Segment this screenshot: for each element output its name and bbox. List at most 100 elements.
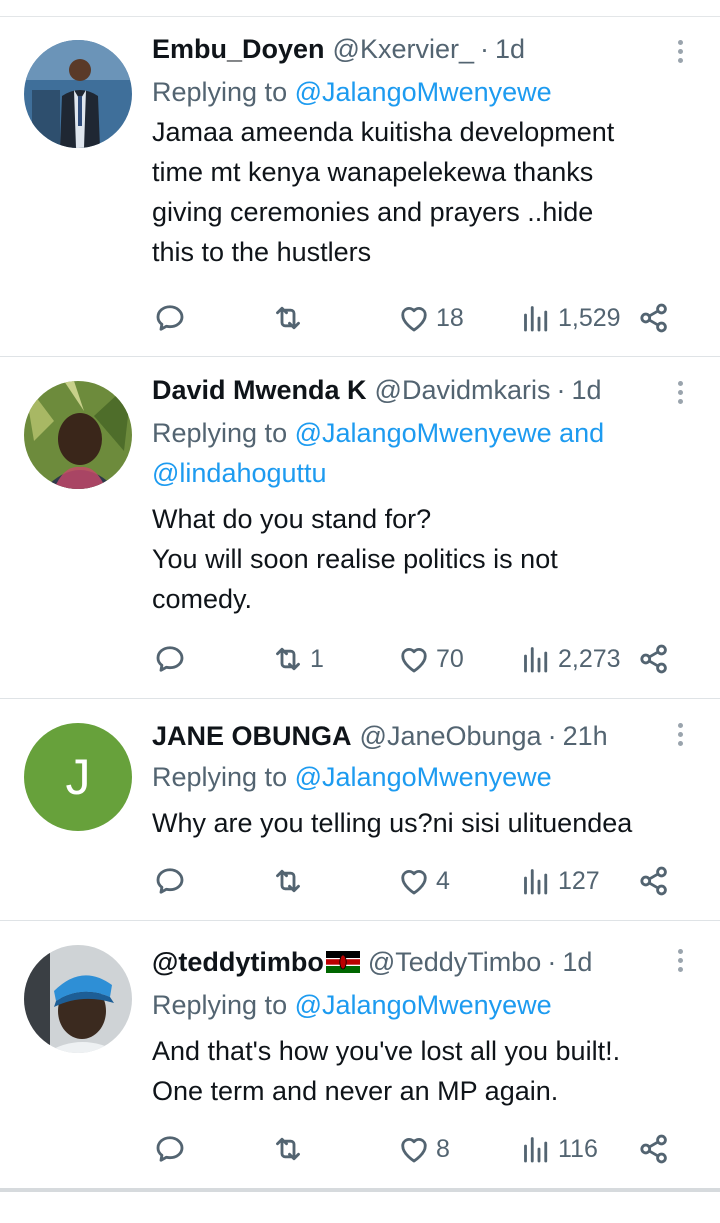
views-icon: [524, 306, 548, 332]
like-button[interactable]: 18: [396, 298, 464, 338]
share-button[interactable]: [636, 298, 672, 338]
avatar-photo: [24, 945, 132, 1053]
retweet-icon: [276, 1137, 300, 1161]
display-name[interactable]: Embu_Doyen: [152, 32, 325, 66]
replying-prefix: Replying to: [152, 990, 288, 1020]
display-name[interactable]: @teddytimbo: [152, 945, 324, 979]
heart-icon: [401, 306, 427, 332]
share-icon: [640, 866, 667, 896]
timestamp[interactable]: 1d: [571, 373, 601, 407]
tweet[interactable]: David Mwenda K @Davidmkaris · 1d Replyin…: [0, 357, 720, 699]
like-count: 8: [436, 1134, 450, 1163]
views-icon: [524, 1137, 548, 1163]
separator-dot: ·: [547, 721, 557, 751]
replying-prefix: Replying to: [152, 762, 288, 792]
views-button[interactable]: 127: [518, 861, 600, 901]
avatar[interactable]: [24, 381, 132, 489]
reply-icon: [156, 868, 184, 894]
retweet-button[interactable]: [270, 861, 310, 901]
replying-prefix: Replying to: [152, 77, 288, 107]
tweet-header: David Mwenda K @Davidmkaris · 1d: [152, 373, 700, 407]
share-button[interactable]: [636, 861, 672, 901]
share-icon: [640, 1134, 667, 1164]
reply-mention[interactable]: @JalangoMwenyewe: [295, 77, 552, 107]
tweet[interactable]: @teddytimbo @TeddyTimbo · 1d Replying to…: [0, 921, 720, 1188]
share-icon: [640, 644, 667, 674]
user-handle[interactable]: @JaneObunga: [360, 719, 542, 753]
reply-button[interactable]: [152, 1129, 188, 1169]
avatar-photo: [24, 40, 132, 148]
user-handle[interactable]: @Kxervier_: [333, 32, 474, 66]
view-count: 127: [558, 866, 600, 895]
user-handle[interactable]: @Davidmkaris: [375, 373, 551, 407]
replying-prefix: Replying to: [152, 418, 288, 448]
avatar[interactable]: J: [24, 723, 132, 831]
separator-dot: ·: [480, 34, 489, 64]
view-count: 116: [558, 1134, 598, 1163]
views-button[interactable]: 116: [518, 1129, 598, 1169]
replying-to: Replying to @JalangoMwenyewe and @lindah…: [152, 413, 700, 493]
replying-to: Replying to @JalangoMwenyewe: [152, 985, 700, 1025]
display-name[interactable]: JANE OBUNGA: [152, 719, 352, 753]
action-bar: 8 116: [152, 1129, 682, 1169]
reply-mention[interactable]: @JalangoMwenyewe: [295, 990, 552, 1020]
retweet-count: 1: [310, 644, 324, 673]
reply-mention[interactable]: @JalangoMwenyewe: [295, 762, 552, 792]
display-name[interactable]: David Mwenda K: [152, 373, 367, 407]
action-bar: 18 1,529: [152, 298, 682, 338]
views-button[interactable]: 1,529: [518, 298, 621, 338]
tweet-header: JANE OBUNGA @JaneObunga · 21h: [152, 719, 700, 753]
heart-icon: [401, 869, 427, 895]
share-button[interactable]: [636, 1129, 672, 1169]
views-icon: [524, 869, 548, 895]
tweet[interactable]: J JANE OBUNGA @JaneObunga · 21h Replying…: [0, 699, 720, 921]
tweet-header: Embu_Doyen @Kxervier_ · 1d: [152, 32, 700, 66]
timestamp[interactable]: 1d: [495, 32, 525, 66]
like-count: 18: [436, 303, 464, 332]
replying-to: Replying to @JalangoMwenyewe: [152, 72, 700, 112]
tweet-header: @teddytimbo @TeddyTimbo · 1d: [152, 945, 700, 979]
like-button[interactable]: 8: [396, 1129, 450, 1169]
reply-icon: [156, 646, 184, 672]
kenya-flag-icon: [325, 951, 360, 973]
views-icon: [524, 647, 548, 673]
reply-button[interactable]: [152, 298, 188, 338]
retweet-icon: [276, 306, 300, 330]
view-count: 1,529: [558, 303, 621, 332]
replying-to: Replying to @JalangoMwenyewe: [152, 757, 700, 797]
like-button[interactable]: 4: [396, 861, 450, 901]
retweet-button[interactable]: [270, 298, 310, 338]
avatar[interactable]: [24, 945, 132, 1053]
timestamp[interactable]: 1d: [562, 945, 592, 979]
timestamp[interactable]: 21h: [563, 719, 608, 753]
heart-icon: [401, 1137, 427, 1163]
tweet-text: Jamaa ameenda kuitisha development time …: [152, 117, 615, 267]
retweet-button[interactable]: 1: [270, 639, 324, 679]
tweet-text: Why are you telling us?ni sisi ulituende…: [152, 808, 633, 838]
views-button[interactable]: 2,273: [518, 639, 621, 679]
like-button[interactable]: 70: [396, 639, 464, 679]
like-count: 70: [436, 644, 464, 673]
tweet-text: What do you stand for? You will soon rea…: [152, 504, 558, 614]
avatar-letter: J: [24, 723, 132, 831]
user-handle[interactable]: @TeddyTimbo: [368, 945, 541, 979]
retweet-button[interactable]: [270, 1129, 310, 1169]
reply-icon: [156, 1136, 184, 1162]
bottom-divider: [0, 1188, 720, 1192]
action-bar: 1 70 2,273: [152, 639, 682, 679]
heart-icon: [401, 647, 427, 673]
reply-button[interactable]: [152, 639, 188, 679]
share-icon: [640, 303, 667, 333]
avatar[interactable]: [24, 40, 132, 148]
separator-dot: ·: [547, 947, 557, 977]
retweet-icon: [276, 647, 300, 671]
reply-button[interactable]: [152, 861, 188, 901]
view-count: 2,273: [558, 644, 621, 673]
reply-icon: [156, 305, 184, 331]
action-bar: 4 127: [152, 861, 682, 901]
tweet[interactable]: Embu_Doyen @Kxervier_ · 1d Replying to @…: [0, 16, 720, 357]
share-button[interactable]: [636, 639, 672, 679]
like-count: 4: [436, 866, 450, 895]
tweet-text: And that's how you've lost all you built…: [152, 1036, 621, 1106]
separator-dot: ·: [556, 375, 566, 405]
